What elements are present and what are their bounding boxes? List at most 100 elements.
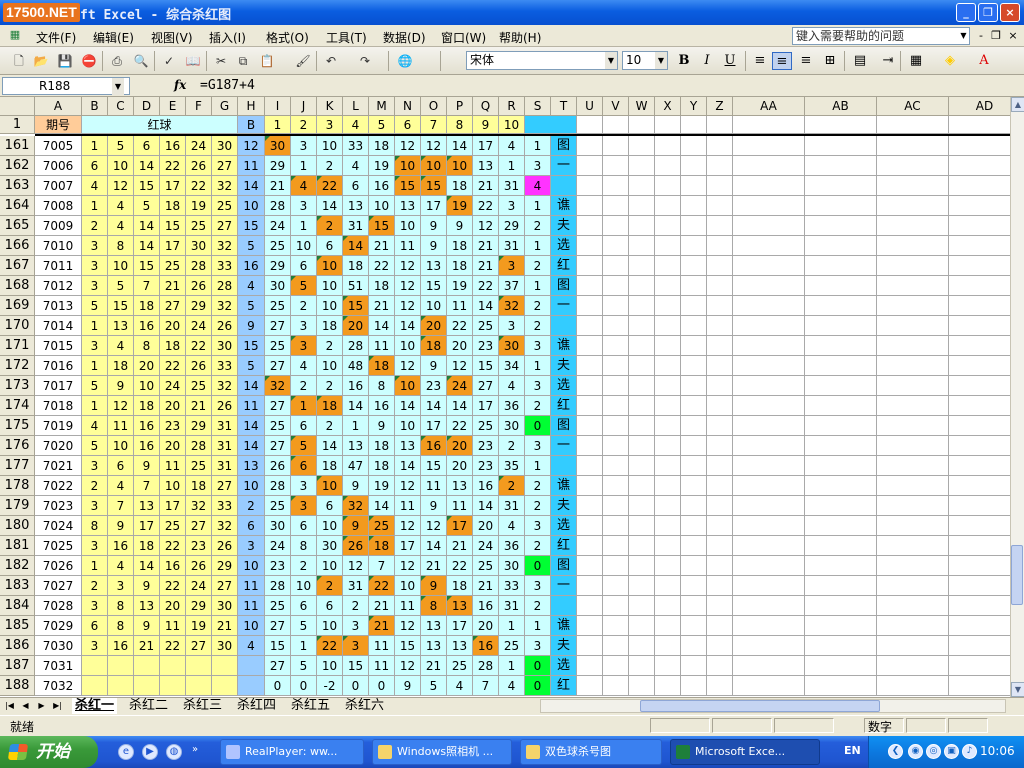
empty-cell[interactable] [707,416,733,436]
red-ball-cell[interactable]: 32 [212,296,238,316]
red-ball-cell[interactable]: 26 [186,276,212,296]
hit-count-cell[interactable]: 2 [525,296,551,316]
empty-cell[interactable] [949,596,1010,616]
red-ball-cell[interactable]: 26 [212,316,238,336]
red-ball-cell[interactable]: 15 [134,256,160,276]
empty-cell[interactable] [877,516,949,536]
kill-cell[interactable]: 6 [317,596,343,616]
red-ball-cell[interactable]: 21 [212,616,238,636]
row-header[interactable]: 181 [0,536,35,556]
red-ball-cell[interactable]: 28 [186,256,212,276]
column-header[interactable]: B [82,97,108,116]
label-cell[interactable]: 夫 [551,356,577,376]
column-header[interactable]: AA [733,97,805,116]
empty-cell[interactable] [877,216,949,236]
empty-cell[interactable] [877,156,949,176]
red-ball-cell[interactable]: 13 [108,316,134,336]
blue-ball-cell[interactable]: 10 [238,616,265,636]
blue-ball-cell[interactable]: 12 [238,136,265,156]
kill-cell[interactable]: 25 [369,516,395,536]
period-cell[interactable]: 7013 [35,296,82,316]
kill-cell[interactable]: 3 [343,616,369,636]
empty-cell[interactable] [629,296,655,316]
red-ball-cell[interactable]: 22 [160,636,186,656]
kill-cell[interactable]: 47 [343,456,369,476]
label-cell[interactable]: 红 [551,396,577,416]
empty-cell[interactable] [707,576,733,596]
kill-cell[interactable]: 6 [291,456,317,476]
label-cell[interactable]: 选 [551,376,577,396]
empty-cell[interactable] [805,576,877,596]
red-ball-cell[interactable]: 17 [160,176,186,196]
kill-cell[interactable]: 14 [447,136,473,156]
empty-cell[interactable] [603,656,629,676]
kill-cell[interactable]: 14 [343,396,369,416]
font-name-select[interactable]: 宋体 [466,51,618,70]
empty-cell[interactable] [629,256,655,276]
label-cell[interactable]: 谯 [551,196,577,216]
row-header[interactable]: 171 [0,336,35,356]
kill-cell[interactable]: 15 [473,356,499,376]
kill-cell[interactable]: 18 [369,536,395,556]
doc-close-icon[interactable]: × [1006,28,1020,44]
kill-cell[interactable]: 7 [369,556,395,576]
red-ball-cell[interactable]: 19 [186,616,212,636]
kill-method-header[interactable]: 7 [421,116,447,134]
kill-cell[interactable]: 3 [499,196,525,216]
hit-count-cell[interactable]: 3 [525,436,551,456]
empty-cell[interactable] [577,156,603,176]
empty-cell[interactable] [707,316,733,336]
kill-cell[interactable]: 15 [369,216,395,236]
hit-count-cell[interactable]: 2 [525,496,551,516]
kill-cell[interactable]: 18 [369,276,395,296]
red-ball-cell[interactable]: 20 [160,316,186,336]
period-cell[interactable]: 7005 [35,136,82,156]
empty-cell[interactable] [603,216,629,236]
hit-count-cell[interactable]: 1 [525,356,551,376]
red-ball-cell[interactable]: 23 [160,416,186,436]
kill-cell[interactable]: 10 [421,296,447,316]
empty-cell[interactable] [629,176,655,196]
red-ball-cell[interactable]: 20 [160,396,186,416]
empty-cell[interactable] [577,436,603,456]
kill-cell[interactable]: 1 [499,616,525,636]
tray-network-icon[interactable]: ◉ [908,744,923,759]
kill-method-header[interactable]: 5 [369,116,395,134]
empty-cell[interactable] [577,556,603,576]
kill-cell[interactable]: 25 [447,656,473,676]
empty-cell[interactable] [949,516,1010,536]
row-header[interactable]: 175 [0,416,35,436]
red-ball-cell[interactable]: 9 [108,376,134,396]
empty-cell[interactable] [877,116,949,134]
media-player-icon[interactable]: ▶ [142,744,158,760]
kill-cell[interactable]: 12 [395,276,421,296]
empty-cell[interactable] [629,516,655,536]
empty-cell[interactable] [629,156,655,176]
period-cell[interactable]: 7006 [35,156,82,176]
empty-cell[interactable] [681,216,707,236]
kill-method-header[interactable]: 8 [447,116,473,134]
kill-cell[interactable]: 10 [291,236,317,256]
kill-cell[interactable]: 11 [369,636,395,656]
red-ball-cell[interactable]: 30 [212,596,238,616]
red-ball-cell[interactable]: 14 [134,556,160,576]
sheet-tab[interactable]: 杀红六 [342,698,387,714]
red-ball-cell[interactable]: 26 [186,556,212,576]
red-ball-cell[interactable]: 27 [212,156,238,176]
empty-cell[interactable] [733,156,805,176]
fill-color-icon[interactable]: ◈ [940,52,960,70]
kill-cell[interactable]: 12 [395,476,421,496]
empty-cell[interactable] [877,276,949,296]
next-sheet-icon[interactable]: ▶ [36,700,47,712]
red-ball-cell[interactable]: 33 [212,256,238,276]
kill-cell[interactable]: 37 [499,276,525,296]
hit-count-cell[interactable]: 1 [525,276,551,296]
red-ball-cell[interactable]: 3 [108,576,134,596]
period-cell[interactable]: 7027 [35,576,82,596]
empty-cell[interactable] [877,616,949,636]
kill-cell[interactable]: 2 [291,556,317,576]
empty-cell[interactable] [805,436,877,456]
kill-cell[interactable]: 30 [265,136,291,156]
empty-cell[interactable] [681,616,707,636]
red-ball-cell[interactable]: 4 [108,216,134,236]
